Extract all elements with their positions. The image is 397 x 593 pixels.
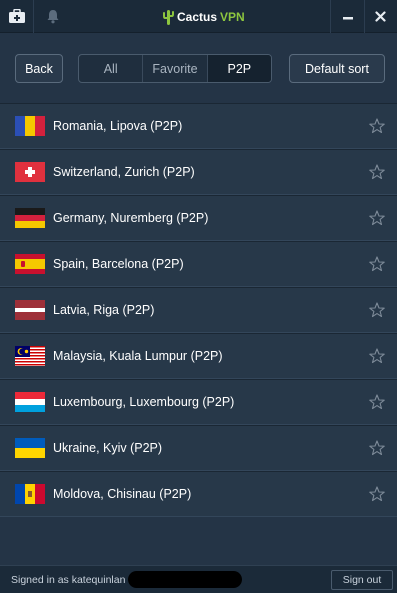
server-row[interactable]: Moldova, Chisinau (P2P)	[0, 471, 397, 517]
logo-product: VPN	[220, 10, 245, 24]
filter-p2p-tab[interactable]: P2P	[207, 55, 271, 82]
latvia-flag	[15, 300, 45, 320]
switzerland-flag	[15, 162, 45, 182]
star-icon[interactable]	[369, 118, 385, 134]
app-logo: Cactus VPN	[163, 8, 245, 26]
server-row[interactable]: Malaysia, Kuala Lumpur (P2P)	[0, 333, 397, 379]
server-row[interactable]: Switzerland, Zurich (P2P)	[0, 149, 397, 195]
filter-segmented-control: All Favorite P2P	[78, 54, 272, 83]
server-row[interactable]: Ukraine, Kyiv (P2P)	[0, 425, 397, 471]
toolbar: Back All Favorite P2P Default sort	[0, 33, 397, 103]
bell-icon[interactable]	[36, 0, 69, 33]
star-icon[interactable]	[369, 486, 385, 502]
redacted-username	[128, 571, 242, 588]
title-bar: Cactus VPN	[0, 0, 397, 33]
server-row[interactable]: Latvia, Riga (P2P)	[0, 287, 397, 333]
status-bar: Signed in as katequinlan Sign out	[0, 565, 397, 593]
germany-flag	[15, 208, 45, 228]
ukraine-flag	[15, 438, 45, 458]
server-label: Switzerland, Zurich (P2P)	[53, 165, 195, 179]
star-icon[interactable]	[369, 394, 385, 410]
server-label: Luxembourg, Luxembourg (P2P)	[53, 395, 235, 409]
server-label: Spain, Barcelona (P2P)	[53, 257, 184, 271]
server-label: Malaysia, Kuala Lumpur (P2P)	[53, 349, 223, 363]
star-icon[interactable]	[369, 348, 385, 364]
toolbox-icon[interactable]	[0, 0, 33, 33]
server-label: Latvia, Riga (P2P)	[53, 303, 155, 317]
logo-brand: Cactus	[177, 10, 218, 24]
star-icon[interactable]	[369, 302, 385, 318]
star-icon[interactable]	[369, 256, 385, 272]
server-row[interactable]: Luxembourg, Luxembourg (P2P)	[0, 379, 397, 425]
server-row[interactable]: Romania, Lipova (P2P)	[0, 103, 397, 149]
cactus-icon	[163, 10, 174, 25]
moldova-flag	[15, 484, 45, 504]
close-icon[interactable]	[364, 0, 397, 33]
star-icon[interactable]	[369, 440, 385, 456]
minimize-icon[interactable]	[331, 0, 364, 33]
server-row[interactable]: Spain, Barcelona (P2P)	[0, 241, 397, 287]
back-button[interactable]: Back	[15, 54, 63, 83]
signed-in-text: Signed in as katequinlan	[11, 574, 126, 586]
malaysia-flag	[15, 346, 45, 366]
server-row[interactable]: Germany, Nuremberg (P2P)	[0, 195, 397, 241]
sign-out-button[interactable]: Sign out	[331, 570, 393, 590]
romania-flag	[15, 116, 45, 136]
server-label: Romania, Lipova (P2P)	[53, 119, 183, 133]
server-label: Ukraine, Kyiv (P2P)	[53, 441, 163, 455]
star-icon[interactable]	[369, 164, 385, 180]
server-label: Germany, Nuremberg (P2P)	[53, 211, 209, 225]
server-list: Romania, Lipova (P2P) Switzerland, Zuric…	[0, 103, 397, 519]
server-label: Moldova, Chisinau (P2P)	[53, 487, 192, 501]
sort-button[interactable]: Default sort	[289, 54, 385, 83]
star-icon[interactable]	[369, 210, 385, 226]
luxembourg-flag	[15, 392, 45, 412]
spain-flag	[15, 254, 45, 274]
filter-favorite-tab[interactable]: Favorite	[143, 55, 208, 82]
filter-all-tab[interactable]: All	[79, 55, 144, 82]
